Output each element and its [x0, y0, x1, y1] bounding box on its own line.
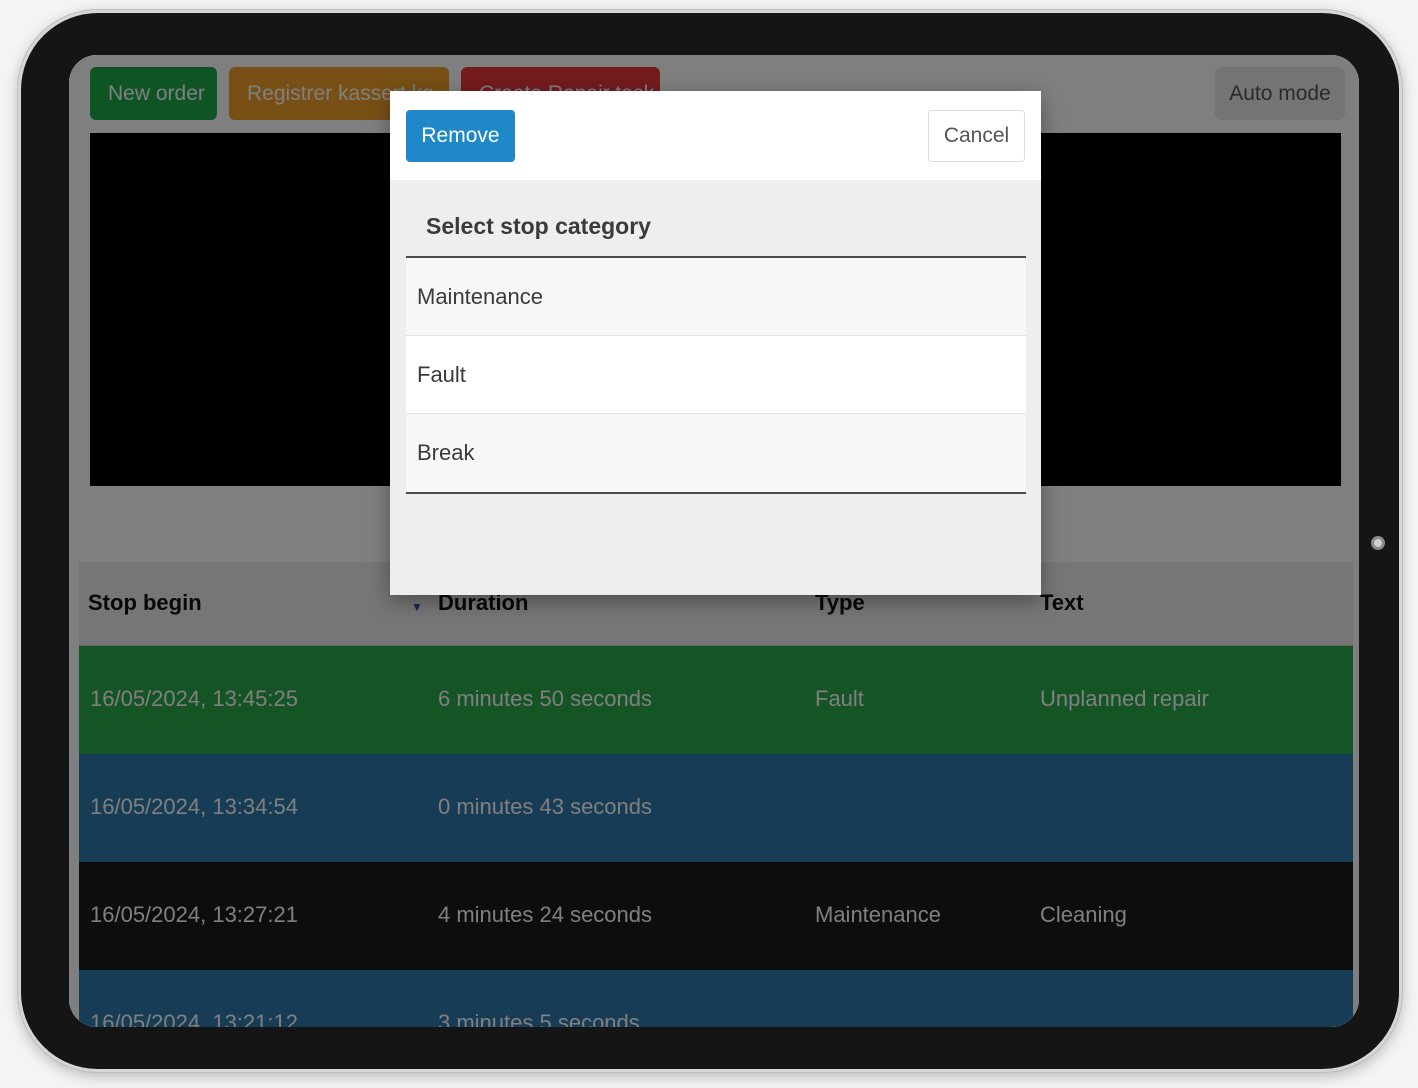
cell-duration: 3 minutes 5 seconds — [438, 1010, 640, 1027]
cancel-button[interactable]: Cancel — [928, 110, 1025, 162]
table-row[interactable]: 16/05/2024, 13:27:21 4 minutes 24 second… — [79, 862, 1353, 970]
cell-duration: 0 minutes 43 seconds — [438, 794, 653, 819]
remove-button[interactable]: Remove — [406, 110, 515, 162]
category-option-maintenance[interactable]: Maintenance — [406, 258, 1026, 336]
stop-category-dialog: Remove Cancel Select stop category Maint… — [390, 91, 1041, 595]
header-text[interactable]: Text — [1040, 590, 1084, 616]
cell-type: Fault — [815, 686, 864, 711]
table-row[interactable]: 16/05/2024, 13:21:12 3 minutes 5 seconds — [79, 970, 1353, 1027]
cell-stop-begin: 16/05/2024, 13:45:25 — [90, 686, 298, 711]
dialog-header: Remove Cancel — [390, 91, 1041, 180]
cell-type: Maintenance — [815, 902, 941, 927]
cell-text: Cleaning — [1040, 902, 1127, 927]
screen: New order Registrer kassert kg Create Re… — [69, 55, 1359, 1027]
category-option-break[interactable]: Break — [406, 414, 1026, 492]
cell-stop-begin: 16/05/2024, 13:27:21 — [90, 902, 298, 927]
stops-table: Stop begin ▼ Duration Type Text 16/05/20… — [79, 562, 1353, 1027]
cell-duration: 6 minutes 50 seconds — [438, 686, 653, 711]
cell-stop-begin: 16/05/2024, 13:21:12 — [90, 1010, 298, 1027]
category-list: Maintenance Fault Break — [406, 256, 1026, 494]
auto-mode-button[interactable]: Auto mode — [1215, 67, 1345, 120]
cell-text: Unplanned repair — [1040, 686, 1209, 711]
sort-down-icon[interactable]: ▼ — [411, 600, 423, 614]
table-row[interactable]: 16/05/2024, 13:45:25 6 minutes 50 second… — [79, 646, 1353, 754]
category-option-fault[interactable]: Fault — [406, 336, 1026, 414]
tablet-frame: New order Registrer kassert kg Create Re… — [18, 10, 1402, 1072]
dialog-title: Select stop category — [426, 213, 651, 239]
cell-stop-begin: 16/05/2024, 13:34:54 — [90, 794, 298, 819]
header-stop-begin[interactable]: Stop begin — [88, 590, 202, 616]
cell-duration: 4 minutes 24 seconds — [438, 902, 653, 927]
new-order-button[interactable]: New order — [90, 67, 217, 120]
table-row[interactable]: 16/05/2024, 13:34:54 0 minutes 43 second… — [79, 754, 1353, 862]
camera-dot — [1371, 536, 1385, 550]
